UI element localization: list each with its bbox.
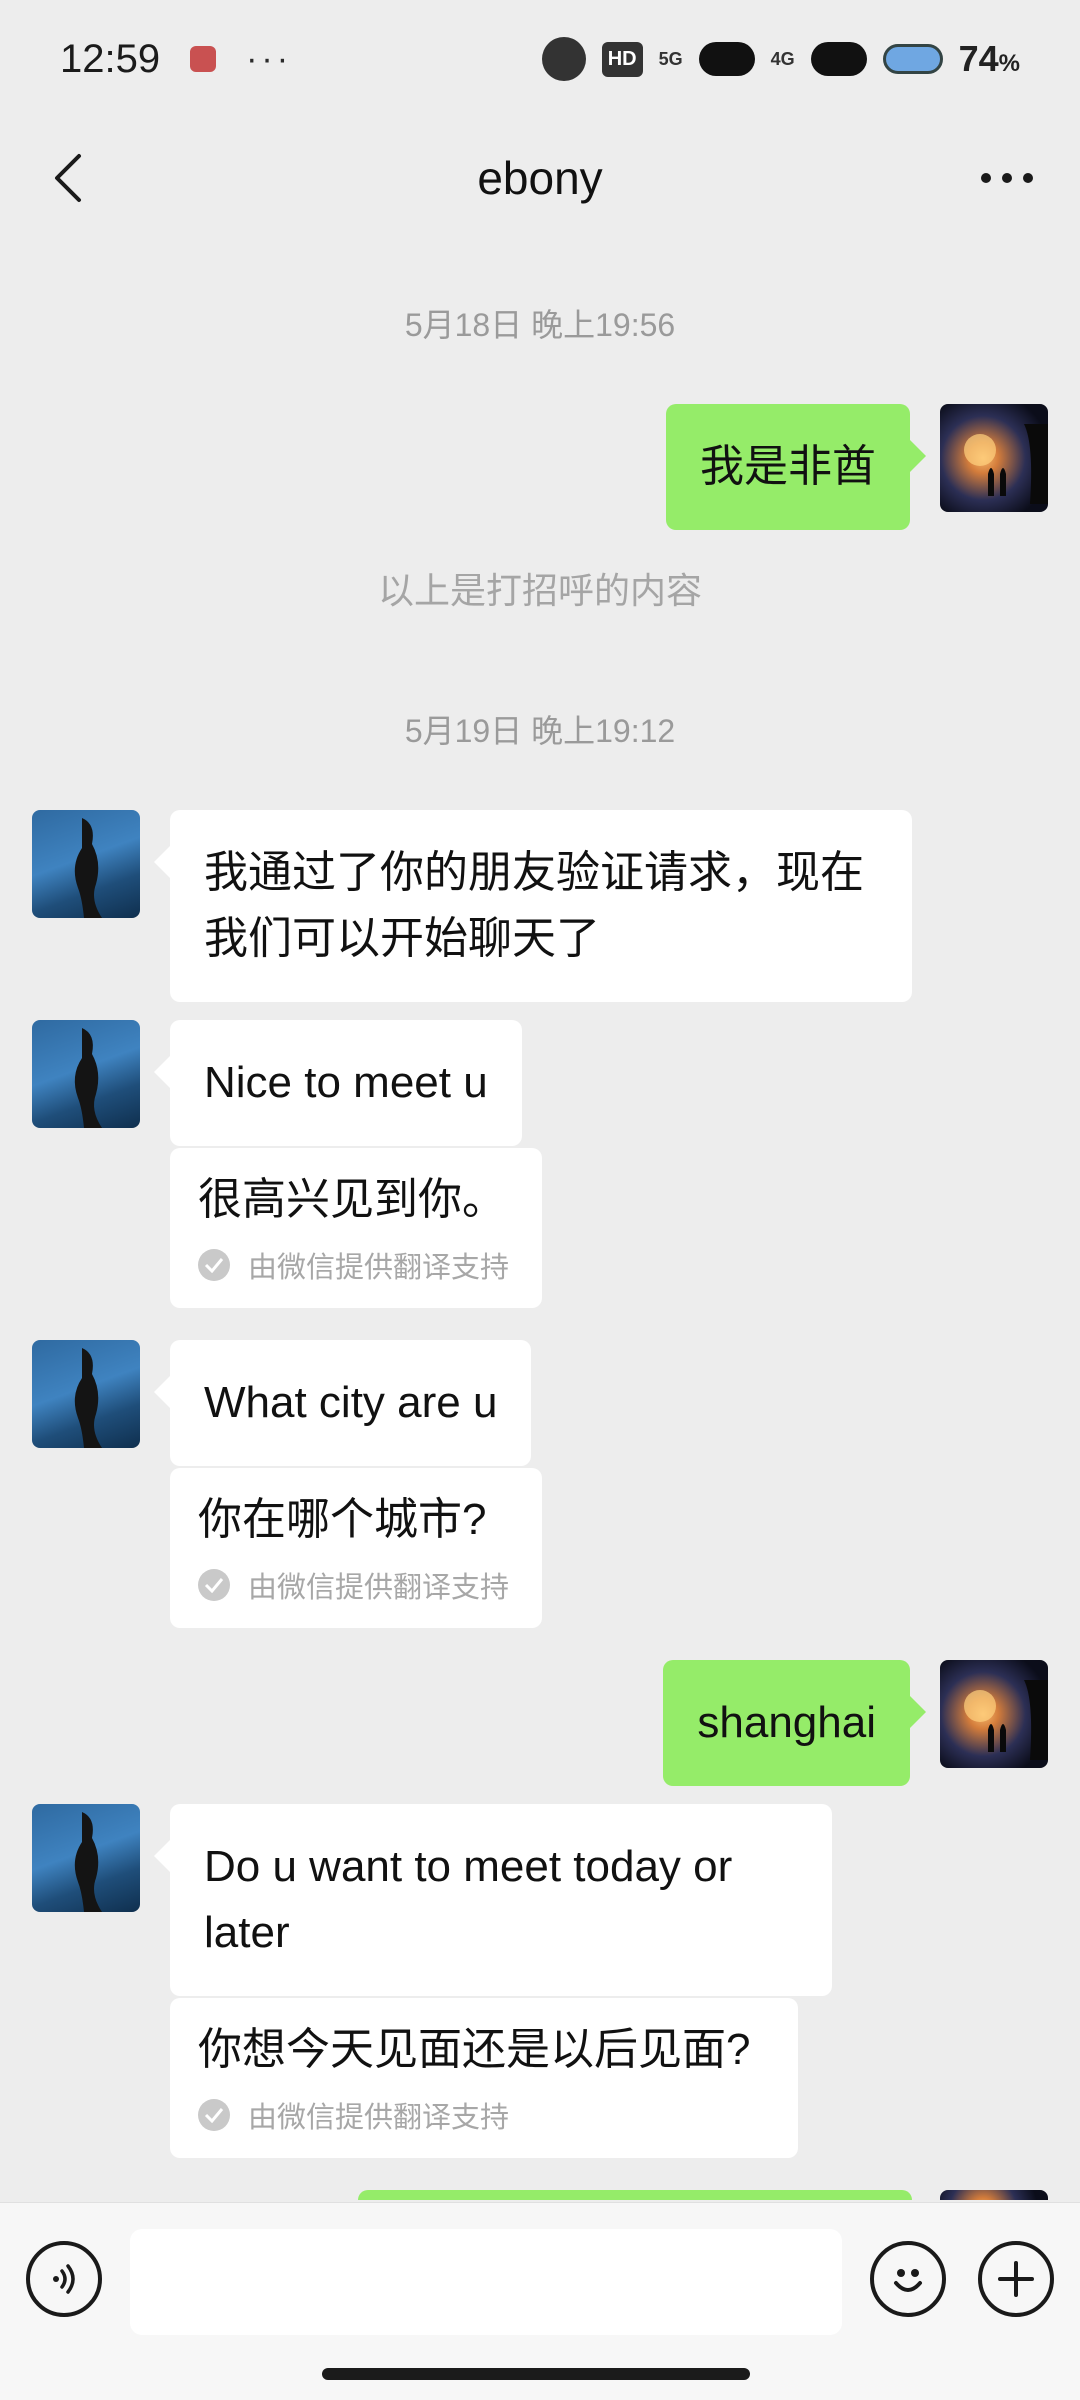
more-horizontal-icon xyxy=(981,173,1033,183)
avatar-silhouette-icon xyxy=(964,424,1048,504)
battery-level: 74% xyxy=(959,38,1020,80)
timestamp: 5月18日 晚上19:56 xyxy=(404,307,676,343)
incoming-message[interactable]: 我通过了你的朋友验证请求，现在我们可以开始聊天了 xyxy=(154,810,912,1002)
battery-icon xyxy=(882,44,943,74)
outgoing-message[interactable]: 我是非酋 xyxy=(666,404,926,530)
translation-credit: 由微信提供翻译支持 xyxy=(248,2102,510,2134)
voice-toggle-button[interactable] xyxy=(26,2241,102,2317)
battery-value: 74 xyxy=(958,38,999,79)
translation-meta: 由微信提供翻译支持 xyxy=(198,1244,514,1286)
contact-avatar[interactable] xyxy=(32,1020,140,1128)
incoming-message[interactable]: Do u want to meet today or later xyxy=(154,1804,832,1996)
avatar-figure-icon xyxy=(74,1348,102,1448)
more-actions-button[interactable] xyxy=(978,2241,1054,2317)
avatar-figure-icon xyxy=(74,1812,102,1912)
incoming-message[interactable]: What city are u xyxy=(153,1340,532,1466)
avatar-silhouette-icon xyxy=(964,1680,1048,1760)
translation-card[interactable]: 你在哪个城市? 由微信提供翻译支持 xyxy=(170,1468,542,1628)
contact-avatar[interactable] xyxy=(32,1340,140,1448)
outgoing-message-partial[interactable] xyxy=(358,2190,912,2200)
battery-unit: % xyxy=(998,50,1020,77)
signal-icon-2 xyxy=(810,42,867,76)
message-input[interactable] xyxy=(130,2229,842,2335)
outgoing-message[interactable]: shanghai xyxy=(663,1660,926,1786)
plus-icon xyxy=(998,2261,1034,2297)
status-bar: 12:59 ··· HD 5G 4G 74% xyxy=(0,0,1080,118)
translation-credit: 由微信提供翻译支持 xyxy=(248,1252,510,1284)
status-bar-left: 12:59 ··· xyxy=(60,37,292,82)
home-indicator[interactable] xyxy=(322,2368,750,2380)
hd-icon: HD xyxy=(601,41,643,77)
emoji-icon xyxy=(894,2269,922,2292)
chevron-left-icon xyxy=(55,154,81,202)
translation-card[interactable]: 你想今天见面还是以后见面? 由微信提供翻译支持 xyxy=(170,1998,798,2158)
my-avatar[interactable] xyxy=(940,404,1048,512)
contact-avatar[interactable] xyxy=(32,810,140,918)
translation-text: 你想今天见面还是以后见面? xyxy=(198,2025,751,2074)
notification-icon xyxy=(190,46,217,72)
timestamp: 5月19日 晚上19:12 xyxy=(404,713,676,749)
avatar-figure-icon xyxy=(74,818,102,918)
system-notice: 以上是打招呼的内容 xyxy=(377,570,702,611)
translation-text: 很高兴见到你。 xyxy=(198,1175,506,1224)
network-5g-label: 5G xyxy=(658,48,683,69)
translation-meta: 由微信提供翻译支持 xyxy=(198,2094,770,2136)
status-time: 12:59 xyxy=(60,36,161,81)
chat-header: ebony xyxy=(0,118,1080,238)
back-button[interactable] xyxy=(38,146,98,210)
more-options-button[interactable] xyxy=(972,146,1042,210)
translation-card[interactable]: 很高兴见到你。 由微信提供翻译支持 xyxy=(170,1148,542,1308)
incoming-message[interactable]: Nice to meet u xyxy=(154,1020,522,1146)
more-notifications-icon: ··· xyxy=(246,39,293,78)
voice-icon xyxy=(53,2264,75,2294)
network-4g-label: 4G xyxy=(770,48,795,69)
signal-icon xyxy=(698,42,755,76)
check-icon xyxy=(198,1249,230,1281)
translation-meta: 由微信提供翻译支持 xyxy=(198,1564,514,1606)
avatar-figure-icon xyxy=(74,1028,102,1128)
my-avatar[interactable] xyxy=(940,1660,1048,1768)
contact-avatar[interactable] xyxy=(32,1804,140,1912)
my-avatar[interactable] xyxy=(940,2190,1048,2200)
translation-text: 你在哪个城市? xyxy=(198,1495,487,1544)
translation-credit: 由微信提供翻译支持 xyxy=(248,1572,510,1604)
check-icon xyxy=(198,1569,230,1601)
chat-title: ebony xyxy=(477,152,603,204)
message-list[interactable]: 5月18日 晚上19:56 我是非酋 以上是打招呼的内容 5月19日 晚上19:… xyxy=(0,240,1080,2200)
check-icon xyxy=(198,2099,230,2131)
app-status-icon xyxy=(541,37,586,81)
emoji-button[interactable] xyxy=(870,2241,946,2317)
status-bar-right: HD 5G 4G 74% xyxy=(541,37,1020,81)
